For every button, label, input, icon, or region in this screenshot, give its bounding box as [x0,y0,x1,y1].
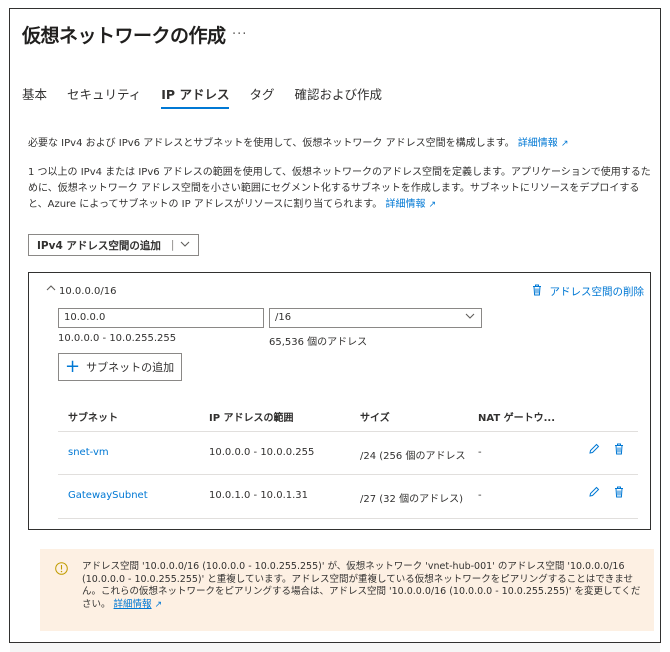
more-options-button[interactable]: ··· [232,27,247,42]
plus-icon: + [65,356,81,377]
address-space-prefix: 10.0.0.0/16 [59,286,117,297]
external-link-icon: ↗ [428,200,437,210]
split-separator: | [170,239,175,251]
address-count-text: 65,536 個のアドレス [269,337,368,348]
tab-basics[interactable]: 基本 [22,84,47,109]
tab-security[interactable]: セキュリティ [67,84,141,109]
subnet-range: 10.0.0.0 - 10.0.0.255 [209,447,315,458]
page-title: 仮想ネットワークの作成 [22,25,226,47]
intro-text-2: 1 つ以上の IPv4 または IPv6 アドレスの範囲を使用して、仮想ネットワ… [28,167,651,210]
chevron-down-icon[interactable] [180,240,190,251]
cidr-dropdown[interactable]: /16 [269,308,482,328]
subnet-name-link[interactable]: snet-vm [68,447,109,458]
delete-address-space-label: アドレス空間の削除 [549,286,645,298]
trash-icon[interactable] [614,486,624,501]
external-link-icon: ↗ [561,139,569,149]
add-ipv4-space-label: IPv4 アドレス空間の追加 [37,239,161,252]
trash-icon[interactable] [614,443,624,458]
column-header-nat-gateway[interactable]: NAT ゲートウ... [478,409,555,424]
table-row: snet-vm 10.0.0.0 - 10.0.0.255 /24 (256 個… [58,431,638,475]
address-space-card: 10.0.0.0/16 アドレス空間の削除 10.0.0.0 /16 10.0.… [28,272,651,530]
table-row: GatewaySubnet 10.0.1.0 - 10.0.1.31 /27 (… [58,475,638,519]
column-header-size[interactable]: サイズ [360,409,390,424]
learn-more-link-1[interactable]: 詳細情報 [518,138,558,149]
tab-bar: 基本 セキュリティ IP アドレス タグ 確認および作成 [22,84,402,109]
column-header-subnet[interactable]: サブネット [68,409,118,424]
tab-tags[interactable]: タグ [249,84,274,109]
cidr-value: /16 [275,312,292,323]
subnet-name-link[interactable]: GatewaySubnet [68,490,148,501]
footer-strip [10,643,660,652]
subnet-range: 10.0.1.0 - 10.0.1.31 [209,490,309,501]
subnet-nat: - [478,490,482,501]
info-icon [55,562,68,580]
pencil-icon[interactable] [588,443,600,458]
column-header-ip-range[interactable]: IP アドレスの範囲 [209,409,294,424]
intro-text-1: 必要な IPv4 および IPv6 アドレスとサブネットを使用して、仮想ネットワ… [28,138,515,149]
create-vnet-panel: 仮想ネットワークの作成 ··· 基本 セキュリティ IP アドレス タグ 確認お… [9,8,661,643]
overlap-warning-banner: アドレス空間 '10.0.0.0/16 (10.0.0.0 - 10.0.255… [40,549,654,631]
pencil-icon[interactable] [588,486,600,501]
address-space-ip-input[interactable]: 10.0.0.0 [58,308,264,328]
delete-address-space-button[interactable]: アドレス空間の削除 [532,284,645,299]
add-ipv4-space-button[interactable]: IPv4 アドレス空間の追加 | [28,234,200,256]
add-subnet-button[interactable]: + サブネットの追加 [58,353,182,381]
subnet-size: /27 (32 個のアドレス) [360,494,463,505]
intro-paragraph-1: 必要な IPv4 および IPv6 アドレスとサブネットを使用して、仮想ネットワ… [28,134,653,149]
subnet-size: /24 (256 個のアドレス [360,451,466,462]
tab-ip-addresses[interactable]: IP アドレス [161,84,230,109]
chevron-down-icon [465,312,475,323]
learn-more-link-2[interactable]: 詳細情報 [385,199,425,210]
add-subnet-label: サブネットの追加 [86,361,175,374]
warning-learn-more-link[interactable]: 詳細情報 [114,599,152,610]
subnet-nat: - [478,447,482,458]
tab-review-create[interactable]: 確認および作成 [294,84,382,109]
external-link-icon: ↗ [154,599,163,610]
address-range-text: 10.0.0.0 - 10.0.255.255 [58,333,177,344]
warning-text: アドレス空間 '10.0.0.0/16 (10.0.0.0 - 10.0.255… [82,561,641,610]
chevron-up-icon[interactable] [46,283,56,294]
intro-paragraph-2: 1 つ以上の IPv4 または IPv6 アドレスの範囲を使用して、仮想ネットワ… [28,165,656,213]
trash-icon [532,284,542,299]
